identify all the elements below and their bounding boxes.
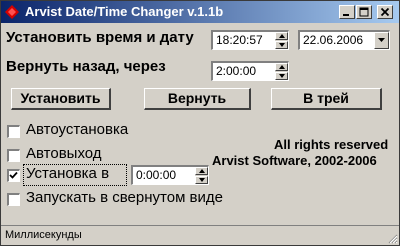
set-in-time-spinner[interactable]: [195, 167, 208, 184]
time-spin-down-button[interactable]: [275, 41, 288, 49]
start-minimized-checkbox[interactable]: [7, 193, 20, 206]
title-bar[interactable]: Arvist Date/Time Changer v.1.1b: [1, 1, 399, 23]
revert-label: Вернуть назад, через: [6, 58, 166, 75]
set-time-label: Установить время и дату: [6, 29, 194, 46]
autoexit-checkbox[interactable]: [7, 149, 20, 162]
minimize-icon: [343, 14, 349, 16]
start-minimized-label[interactable]: Запускать в свернутом виде: [26, 189, 223, 206]
app-window: Arvist Date/Time Changer v.1.1b Установи…: [0, 0, 400, 246]
revert-spin-up-button[interactable]: [275, 63, 288, 71]
time-value: 18:20:57: [216, 33, 263, 47]
set-in-label[interactable]: Установка в: [26, 165, 109, 182]
time-spin-up-button[interactable]: [275, 32, 288, 40]
date-dropdown-button[interactable]: [374, 32, 389, 49]
resize-grip-icon[interactable]: [386, 232, 398, 244]
checkmark-icon: [9, 171, 18, 179]
revert-delay-value: 2:00:00: [216, 64, 257, 78]
date-field[interactable]: 22.06.2006: [298, 30, 390, 50]
maximize-button[interactable]: [356, 5, 372, 19]
date-value: 22.06.2006: [303, 33, 364, 47]
revert-spin-down-button[interactable]: [275, 72, 288, 80]
maximize-icon: [359, 7, 369, 17]
window-title: Arvist Date/Time Changer v.1.1b: [25, 4, 224, 19]
revert-delay-field[interactable]: 2:00:00: [211, 61, 289, 81]
minimize-button[interactable]: [339, 5, 355, 19]
copyright-line2: Arvist Software, 2002-2006: [212, 153, 377, 168]
spin-down-icon: [279, 74, 285, 78]
autoexit-label[interactable]: Автовыход: [26, 145, 102, 162]
spin-down-icon: [279, 43, 285, 47]
close-button[interactable]: [377, 5, 393, 19]
spin-up-icon: [279, 65, 285, 69]
status-text: Миллисекунды: [5, 229, 82, 241]
spin-up-icon: [199, 169, 205, 173]
revert-button[interactable]: Вернуть: [144, 88, 251, 110]
spin-up-icon: [279, 34, 285, 38]
spin-down-icon: [199, 178, 205, 182]
status-bar: Миллисекунды: [1, 225, 399, 245]
autoset-label[interactable]: Автоустановка: [26, 121, 128, 138]
set-in-checkbox[interactable]: [7, 169, 20, 182]
set-in-spin-down-button[interactable]: [195, 176, 208, 184]
copyright-line1: All rights reserved: [274, 137, 389, 152]
app-diamond-icon[interactable]: [5, 5, 19, 19]
time-field[interactable]: 18:20:57: [211, 30, 289, 50]
autoset-checkbox[interactable]: [7, 125, 20, 138]
set-in-spin-up-button[interactable]: [195, 167, 208, 175]
chevron-down-icon: [378, 38, 385, 42]
set-in-time-field[interactable]: 0:00:00: [131, 165, 209, 185]
revert-delay-spinner[interactable]: [275, 63, 288, 80]
time-spinner[interactable]: [275, 32, 288, 49]
close-icon: [380, 7, 390, 17]
set-in-time-value: 0:00:00: [136, 168, 177, 182]
set-button[interactable]: Установить: [11, 88, 111, 110]
tray-button[interactable]: В трей: [271, 88, 382, 110]
